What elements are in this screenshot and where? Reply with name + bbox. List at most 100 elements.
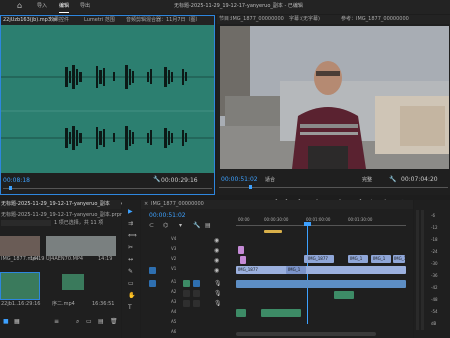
eye-icon[interactable]: ◉ [214,237,219,244]
thumb-1[interactable] [0,236,40,256]
snap-icon[interactable]: ⊂ [149,222,154,229]
project-tab[interactable]: 无标题-2025-11-29_19-12-17-yanyeruo_副本 [1,202,110,207]
hand-tool-icon[interactable]: ✋ [128,292,135,299]
a1-source-patch[interactable] [149,280,156,287]
v1-source-patch[interactable] [149,267,156,274]
source-timecode[interactable]: 00:08:18 [3,178,30,184]
timeline-sequence-tab[interactable]: IMG_1877_00000000 [151,202,204,207]
clip-v2[interactable]: IMG_1877 [304,255,334,263]
settings-icon[interactable]: 🔧 [193,222,200,229]
reference-tab[interactable]: 参考：IMG_1877_00000000 [341,17,409,22]
marker-icon[interactable]: ▾ [179,222,182,229]
time-ruler[interactable]: 00:00 00:00:30:00 00:01:00:00 00:01:30:0… [236,215,406,229]
tab-effect-controls[interactable]: 效果控件 [49,18,69,23]
thumb-2[interactable] [46,236,116,256]
meter-label: -12 [431,225,438,230]
close-icon[interactable]: × [144,202,148,207]
clip-a1[interactable] [236,280,406,288]
sort-icon[interactable]: ≡ [54,318,59,325]
wrench-icon[interactable]: 🔧 [153,177,160,183]
clip-a4-b[interactable] [261,309,301,317]
eye-icon[interactable]: ◉ [214,257,219,264]
clip-marker-yellow[interactable] [264,230,282,233]
clip-a2[interactable] [334,291,354,299]
clip-v1-b[interactable]: IMG_1 [286,266,306,274]
a2-solo-toggle[interactable] [193,290,200,297]
timeline-timecode[interactable]: 00:00:51:02 [149,213,186,219]
program-scrub-bar[interactable] [219,187,448,188]
tab-lumetri[interactable]: Lumetri 范围 [84,18,115,23]
meter-label: -48 [431,297,438,302]
ripple-edit-icon[interactable]: ⟺ [128,232,137,239]
a1-mute-toggle[interactable] [183,280,190,287]
track-label-v2[interactable]: V2 [171,257,176,261]
program-playhead[interactable] [249,185,252,189]
tab-audio-mixer[interactable]: 音频剪辑混合器：11月7日（图） [126,18,201,23]
captions-icon[interactable]: ▤ [205,222,211,229]
a3-mute-toggle[interactable] [183,300,190,307]
list-view-icon[interactable]: ■ [3,318,9,325]
pen-tool-icon[interactable]: ✎ [128,268,133,275]
quality-dropdown[interactable]: 完整 [362,178,372,183]
eye-icon[interactable]: ◉ [214,267,219,274]
meter-label: -6 [431,213,435,218]
track-label-v1[interactable]: V1 [171,267,176,271]
meter-bar-right [421,210,424,330]
track-label-a1[interactable]: A1 [171,280,176,284]
clip-v3-pink[interactable] [238,246,244,254]
menu-import[interactable]: 导入 [37,4,47,9]
audio-waveform[interactable] [1,25,214,173]
new-item-icon[interactable]: ▤ [98,318,104,325]
track-label-a5[interactable]: A5 [171,320,176,324]
track-label-v3[interactable]: V3 [171,247,176,251]
search-icon[interactable]: ⌕ [76,318,79,326]
clip-label: IMG_1 [394,256,407,261]
trash-icon[interactable]: 🗑 [110,318,118,325]
razor-tool-icon[interactable]: ✂ [128,244,133,251]
program-video-frame[interactable] [220,26,449,169]
clip-v2b[interactable]: IMG_1 [348,255,368,263]
type-tool-icon[interactable]: T [128,304,132,311]
track-label-a6[interactable]: A6 [171,330,176,334]
clip-v2-pink[interactable] [240,256,246,264]
program-timecode[interactable]: 00:00:51:02 [221,177,258,183]
source-playhead[interactable] [9,186,12,190]
thumb-4-audio[interactable] [62,274,84,290]
track-label-v4[interactable]: V4 [171,237,176,241]
track-label-a3[interactable]: A3 [171,300,176,304]
clip-v1[interactable]: IMG_1877 [236,266,406,274]
icon-view-icon[interactable]: ▦ [14,318,20,325]
project-search-input[interactable] [1,220,51,226]
track-select-icon[interactable]: ⇉ [128,220,133,227]
timeline-scrollbar[interactable] [236,332,376,336]
meter-label: -36 [431,273,438,278]
track-label-a4[interactable]: A4 [171,310,176,314]
program-sequence-name[interactable]: IMG_1877_00000000 [231,17,284,22]
fit-dropdown[interactable]: 适合 [265,178,275,183]
clip-v2c[interactable]: IMG_1 [371,255,391,263]
a1-solo-toggle[interactable] [193,280,200,287]
playhead-handle[interactable] [304,222,311,226]
clip-v2d[interactable]: IMG_1 [393,255,407,263]
menu-edit[interactable]: 编辑 [59,4,69,9]
rectangle-tool-icon[interactable]: ▭ [128,280,134,287]
meter-label: -30 [431,261,438,266]
a2-mute-toggle[interactable] [183,290,190,297]
source-scrub-bar[interactable] [3,188,212,189]
mic-icon[interactable]: 🎙 [214,280,222,287]
a3-solo-toggle[interactable] [193,300,200,307]
selection-tool-icon[interactable]: ▶ [128,208,133,215]
linked-selection-icon[interactable]: ⌬ [163,222,168,229]
caption-value[interactable]: (无字幕) [301,17,320,22]
mic-icon[interactable]: 🎙 [214,300,222,307]
mic-icon[interactable]: 🎙 [214,290,222,297]
menu-export[interactable]: 导出 [80,4,90,9]
new-bin-icon[interactable]: ▭ [86,318,92,325]
eye-icon[interactable]: ◉ [214,247,219,254]
track-label-a2[interactable]: A2 [171,290,176,294]
thumb-3-audio[interactable] [0,272,40,300]
wrench-icon[interactable]: 🔧 [389,176,396,183]
home-icon[interactable]: ⌂ [17,2,22,10]
clip-a4-a[interactable] [236,309,246,317]
slip-tool-icon[interactable]: ↔ [128,256,133,263]
